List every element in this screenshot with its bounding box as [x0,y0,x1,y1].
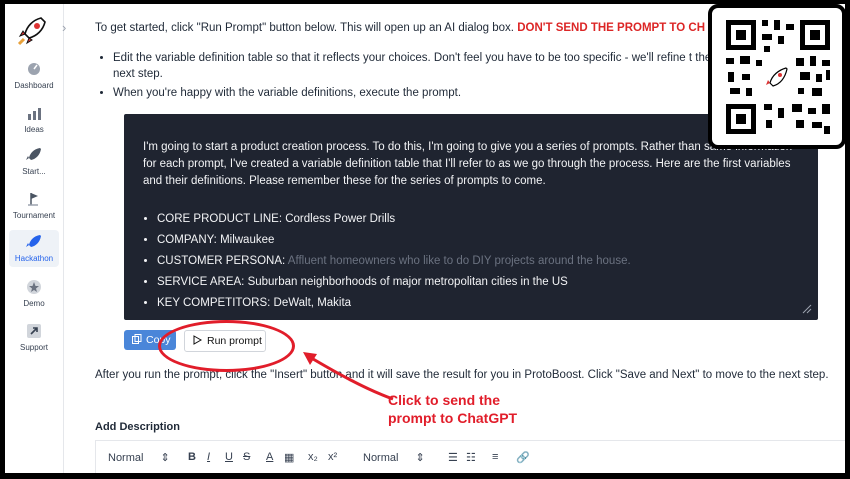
font-size-value: Normal [363,452,399,464]
sidebar-item-label: Dashboard [14,81,54,90]
variable-key: KEY COMPETITORS: [157,297,271,309]
style-select[interactable]: Normal ⇕ [108,451,170,464]
list-item: COMPANY: Milwaukee [157,230,631,251]
variable-value: Milwaukee [220,234,275,246]
chart-icon [28,108,41,120]
sidebar-item-label: Ideas [24,125,44,134]
logo-rocket-icon[interactable] [15,12,51,48]
link-icon[interactable]: 🔗 [516,451,530,464]
variable-value: DeWalt, Makita [273,297,352,309]
list-item: CORE PRODUCT LINE: Cordless Power Drills [157,209,631,230]
qr-code [708,4,846,149]
variable-key: SERVICE AREA: [157,276,245,288]
select-caret-icon: ⇕ [160,452,170,464]
italic-button[interactable]: I [207,451,210,463]
sidebar-item-label: Tournament [12,211,56,220]
warning-text: DON'T SEND THE PROMPT TO CH [517,22,705,34]
qr-code-icon [726,20,830,134]
callout-line-2: prompt to ChatGPT [388,410,518,426]
variable-key: CORE PRODUCT LINE: [157,213,283,225]
bullet-list-icon[interactable]: ☷ [466,451,476,464]
highlight-circle [158,320,295,372]
rocket-icon [26,235,41,247]
list-item: Edit the variable definition table so th… [113,50,733,82]
list-item: When you're happy with the variable defi… [113,85,733,101]
font-size-select[interactable]: Normal ⇕ [363,451,425,464]
sidebar-item-hackathon[interactable]: Hackathon [9,230,59,267]
arrow-icon [27,324,41,338]
resize-handle-icon[interactable] [802,304,812,314]
star-icon [27,280,41,294]
sidebar-item-label: Start... [22,167,46,176]
text-color-button[interactable]: A [266,451,273,463]
sidebar-expand-icon[interactable]: › [62,20,66,35]
dashboard-icon [28,63,40,75]
list-item: CUSTOMER PERSONA: Affluent homeowners wh… [157,251,631,272]
list-item: KEY COMPETITORS: DeWalt, Makita [157,293,631,314]
bold-button[interactable]: B [188,451,196,463]
sidebar-item-tournament[interactable]: Tournament [5,190,63,220]
callout-line-1: Click to send the [388,392,501,408]
variable-value: Cordless Power Drills [285,213,396,225]
sidebar-item-dashboard[interactable]: Dashboard [5,60,63,90]
annotation-callout: Click to send the prompt to ChatGPT [388,391,517,427]
list-item: SERVICE AREA: Suburban neighborhoods of … [157,272,631,293]
align-icon[interactable]: ≡ [492,451,498,463]
highlight-icon[interactable]: ▦ [284,451,294,464]
rocket-icon [26,148,41,160]
step-list: Edit the variable definition table so th… [95,50,733,104]
copy-icon [132,334,142,344]
variable-value: Affluent homeowners who like to do DIY p… [287,255,631,267]
variable-value: Suburban neighborhoods of major metropol… [247,276,568,288]
sidebar-item-label: Demo [23,299,45,308]
select-caret-icon: ⇕ [415,452,425,464]
sidebar-item-support[interactable]: Support [5,322,63,352]
subscript-button[interactable]: x₂ [308,451,318,463]
sidebar-item-ideas[interactable]: Ideas [5,104,63,134]
sidebar-item-label: Support [19,343,49,352]
sidebar-item-demo[interactable]: Demo [5,278,63,308]
intro-instructions: To get started, click "Run Prompt" butto… [95,22,518,34]
sidebar-item-label: Hackathon [14,254,54,263]
editor-toolbar: Normal ⇕ B I U S A ▦ x₂ x² Normal ⇕ ☰ ☷ … [95,440,845,473]
strike-button[interactable]: S [243,451,250,463]
sidebar-item-start[interactable]: Start... [5,146,63,176]
variable-list: CORE PRODUCT LINE: Cordless Power Drills… [143,209,631,314]
underline-button[interactable]: U [225,451,233,463]
variable-key: CUSTOMER PERSONA: [157,255,286,267]
superscript-button[interactable]: x² [328,451,337,463]
sidebar: › Dashboard Ideas Start... Tournament Ha… [5,4,66,473]
style-select-value: Normal [108,452,144,464]
flag-icon [28,193,38,206]
add-description-label: Add Description [95,421,180,433]
prompt-text: I'm going to start a product creation pr… [143,141,793,187]
variable-key: COMPANY: [157,234,217,246]
ordered-list-icon[interactable]: ☰ [448,451,458,464]
